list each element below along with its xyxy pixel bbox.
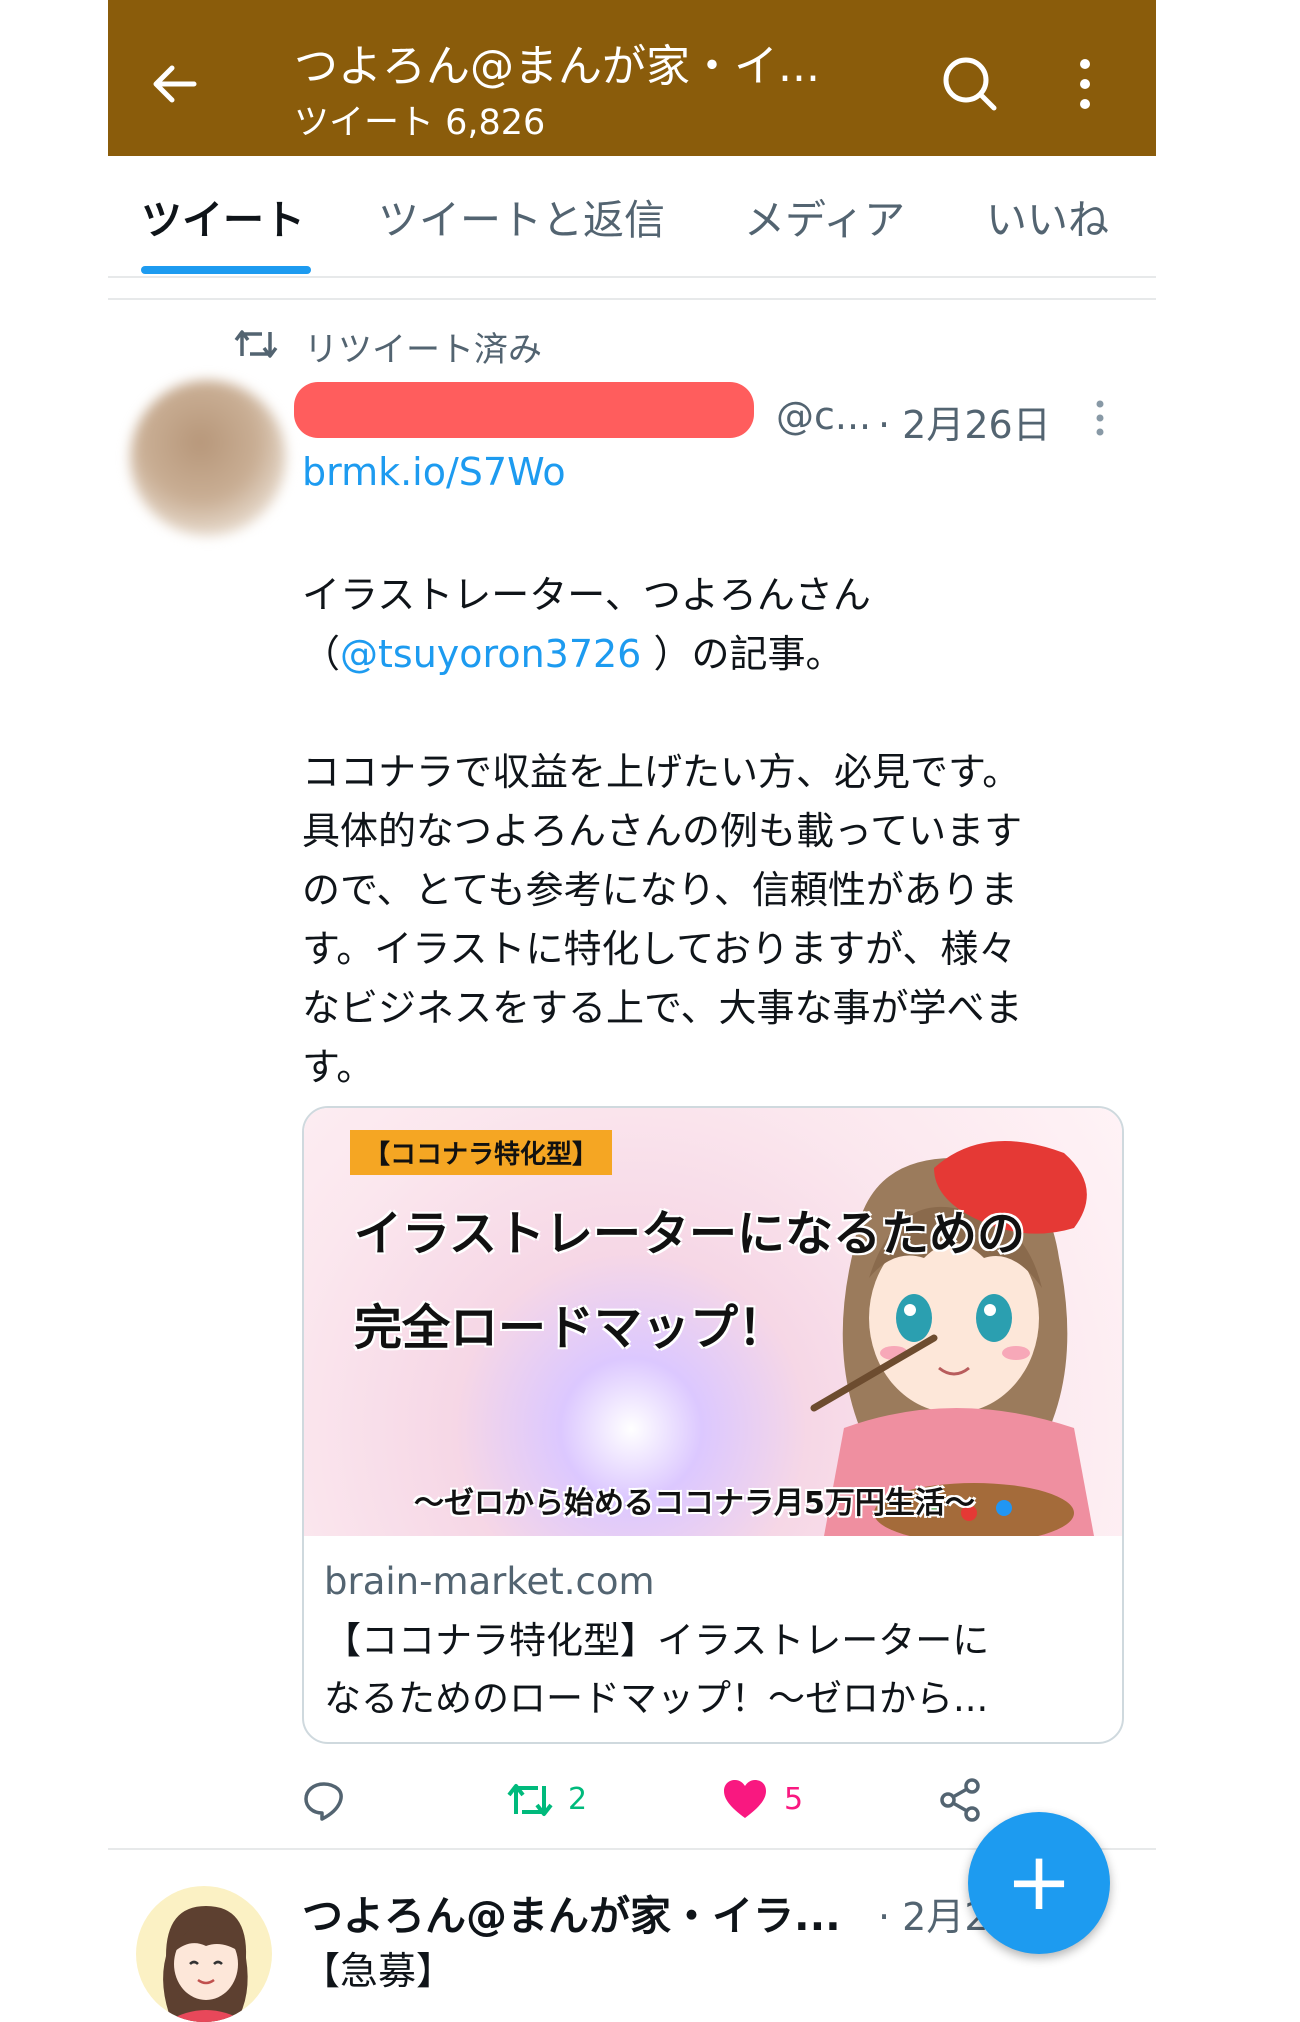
card-image-tag: 【ココナラ特化型】 (350, 1130, 613, 1175)
plus-icon: + (1005, 1835, 1073, 1928)
tweet-text-line: す。イラストに特化しておりますが、様々 (302, 927, 1017, 971)
link-preview-card[interactable]: 【ココナラ特化型】 イラストレーターになるための 完全ロードマップ！ 〜ゼロから… (302, 1106, 1124, 1744)
tweet-text-line: す。 (302, 1045, 375, 1089)
tab-likes[interactable]: いいね (986, 186, 1109, 246)
tweet-text-line: （@tsuyoron3726 ）の記事。 (302, 625, 1122, 684)
tab-tweets-and-replies[interactable]: ツイートと返信 (378, 186, 665, 246)
user-handle[interactable]: @c... (776, 394, 871, 438)
app-frame: つよろん@まんが家・イ... ツイート 6,826 ツイート ツイートと返信 メ… (108, 0, 1156, 2022)
avatar[interactable] (130, 380, 286, 536)
retweet-icon (234, 330, 278, 358)
tweet-count: ツイート 6,826 (294, 103, 546, 143)
link-preview-image: 【ココナラ特化型】 イラストレーターになるための 完全ロードマップ！ 〜ゼロから… (304, 1108, 1122, 1536)
tweet-text-line: ココナラで収益を上げたい方、必見です。 (302, 750, 1021, 794)
card-image-subtitle: 〜ゼロから始めるココナラ月5万円生活〜 (414, 1486, 975, 1521)
compose-tweet-button[interactable]: + (968, 1812, 1110, 1954)
profile-header: つよろん@まんが家・イ... ツイート 6,826 (108, 0, 1156, 156)
card-domain: brain-market.com (324, 1560, 655, 1603)
search-icon[interactable] (938, 52, 1002, 116)
tweet-text-line: ので、とても参考になり、信頼性がありま (302, 868, 1018, 912)
reply-icon (304, 1782, 343, 1821)
card-title: 【ココナラ特化型】イラストレーターに なるためのロードマップ！〜ゼロから... (324, 1612, 1104, 1728)
display-name[interactable]: つよろん@まんが家・イラ... (302, 1882, 862, 1942)
redacted-display-name (294, 382, 754, 438)
tweet-date[interactable]: · 2月26日 (878, 394, 1051, 449)
card-image-heading: イラストレーターになるための (354, 1206, 1026, 1262)
illustrator-girl-illustration (810, 1141, 1094, 1536)
tweet-text-line: イラストレーター、つよろんさん (302, 573, 871, 617)
avatar-illustration (163, 1906, 248, 2022)
tweet-more-icon[interactable] (1094, 398, 1106, 438)
retweet-count: 2 (568, 1782, 588, 1817)
tweet-text: 【急募】 (302, 1949, 455, 1993)
profile-tabs: ツイート ツイートと返信 メディア いいね (108, 156, 1156, 278)
profile-name-title: つよろん@まんが家・イ... (294, 41, 820, 92)
more-options-icon[interactable] (1070, 56, 1100, 112)
divider (108, 298, 1156, 300)
mention-link[interactable]: @tsuyoron3726 (340, 632, 641, 676)
paren-close-text: ）の記事。 (641, 632, 844, 676)
card-title-line: なるためのロードマップ！〜ゼロから... (324, 1677, 989, 1720)
back-arrow-icon[interactable] (148, 56, 204, 112)
card-title-line: 【ココナラ特化型】イラストレーターに (324, 1619, 990, 1662)
avatar[interactable] (136, 1886, 272, 2022)
tab-tweets[interactable]: ツイート (141, 186, 305, 246)
share-icon (940, 1778, 980, 1822)
card-image-heading: 完全ロードマップ！ (354, 1300, 787, 1356)
tab-media[interactable]: メディア (744, 186, 905, 246)
tweet-text-line: 具体的なつよろんさんの例も載っています (302, 809, 1023, 853)
paren-open: （ (302, 632, 341, 676)
active-tab-indicator (141, 266, 311, 274)
tweet-text-line: なビジネスをする上で、大事な事が学べま (302, 986, 1023, 1030)
like-count: 5 (784, 1782, 804, 1817)
heart-icon (724, 1780, 766, 1818)
tweet-text: イラストレーター、つよろんさん （@tsuyoron3726 ）の記事。 ココナ… (302, 566, 1122, 1097)
retweeted-label: リツイート済み (304, 330, 542, 370)
retweet-icon (507, 1784, 553, 1816)
short-link[interactable]: brmk.io/S7Wo (302, 450, 566, 494)
